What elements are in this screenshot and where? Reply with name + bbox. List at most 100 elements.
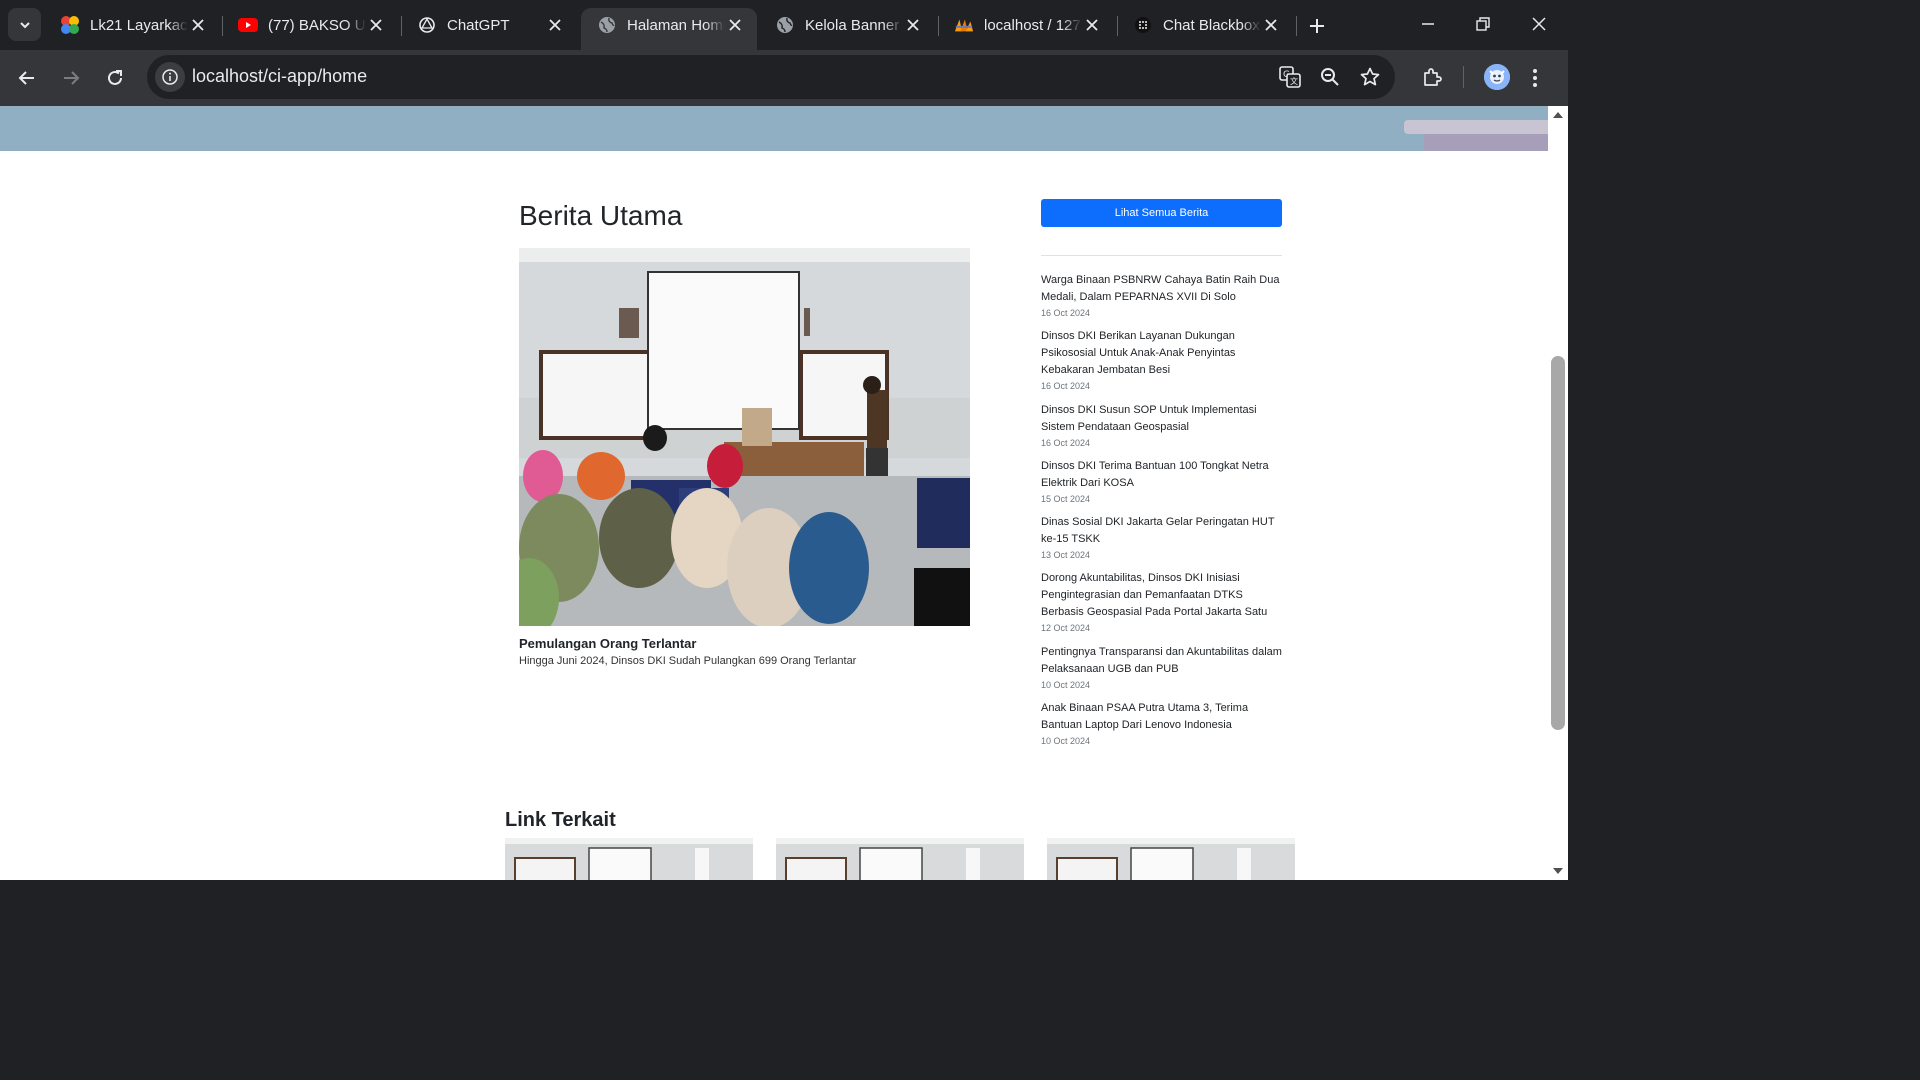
tab-search-button[interactable] bbox=[8, 8, 41, 41]
seminar-photo bbox=[519, 248, 970, 626]
tab-phpmyadmin[interactable]: localhost / 127 bbox=[938, 8, 1114, 42]
headline-caption[interactable]: Pemulangan Orang Terlantar bbox=[519, 636, 696, 651]
news-list-item[interactable]: Anak Binaan PSAA Putra Utama 3, Terima B… bbox=[1041, 700, 1282, 747]
news-date: 10 Oct 2024 bbox=[1041, 736, 1091, 746]
tab-strip: Lk21 Layarkaca (77) BAKSO UF ChatGPT Hal… bbox=[0, 0, 1568, 50]
window-bottom-edge bbox=[0, 880, 1568, 882]
zoom-button[interactable] bbox=[1318, 65, 1342, 89]
info-icon bbox=[162, 69, 178, 85]
news-list-item[interactable]: Dinsos DKI Susun SOP Untuk Implementasi … bbox=[1041, 402, 1282, 449]
banner-decoration bbox=[1404, 120, 1548, 134]
browser-menu-button[interactable] bbox=[1525, 62, 1545, 94]
tab-blackbox[interactable]: Chat Blackbox bbox=[1117, 8, 1293, 42]
news-list-item[interactable]: Dinas Sosial DKI Jakarta Gelar Peringata… bbox=[1041, 514, 1282, 561]
close-tab-icon[interactable] bbox=[903, 15, 923, 35]
translate-button[interactable]: G文 bbox=[1278, 65, 1302, 89]
plus-icon bbox=[1310, 19, 1324, 33]
close-tab-icon[interactable] bbox=[1082, 15, 1102, 35]
news-date: 12 Oct 2024 bbox=[1041, 623, 1091, 633]
news-date: 16 Oct 2024 bbox=[1041, 308, 1091, 318]
reload-button[interactable] bbox=[99, 62, 131, 94]
news-title[interactable]: Dinsos DKI Susun SOP Untuk Implementasi … bbox=[1041, 402, 1282, 436]
news-title[interactable]: Dorong Akuntabilitas, Dinsos DKI Inisias… bbox=[1041, 570, 1282, 621]
banner-decoration bbox=[1424, 134, 1548, 151]
close-window-button[interactable] bbox=[1519, 8, 1559, 40]
globe-icon bbox=[775, 15, 795, 35]
minimize-icon bbox=[1422, 23, 1434, 25]
news-list-item[interactable]: Dinsos DKI Terima Bantuan 100 Tongkat Ne… bbox=[1041, 458, 1282, 505]
tab-title: ChatGPT bbox=[447, 16, 510, 34]
news-list-item[interactable]: Dinsos DKI Berikan Layanan Dukungan Psik… bbox=[1041, 328, 1282, 392]
scroll-down-arrow-icon[interactable] bbox=[1553, 868, 1563, 874]
news-title[interactable]: Pentingnya Transparansi dan Akuntabilita… bbox=[1041, 644, 1282, 678]
news-date: 15 Oct 2024 bbox=[1041, 494, 1091, 504]
restore-button[interactable] bbox=[1463, 8, 1503, 40]
extensions-button[interactable] bbox=[1416, 62, 1448, 94]
news-date: 13 Oct 2024 bbox=[1041, 550, 1091, 560]
news-title[interactable]: Dinsos DKI Terima Bantuan 100 Tongkat Ne… bbox=[1041, 458, 1282, 492]
news-title[interactable]: Anak Binaan PSAA Putra Utama 3, Terima B… bbox=[1041, 700, 1282, 734]
reload-icon bbox=[108, 70, 122, 85]
related-links-title: Link Terkait bbox=[505, 809, 616, 831]
chevron-down-icon bbox=[19, 21, 30, 28]
site-info-button[interactable] bbox=[155, 62, 185, 92]
close-tab-icon[interactable] bbox=[545, 15, 565, 35]
arrow-left-icon bbox=[18, 71, 34, 85]
youtube-icon bbox=[238, 15, 258, 35]
kebab-menu-icon bbox=[1533, 69, 1537, 87]
page-viewport: Berita Utama Pemulangan Orang Terlantar … bbox=[0, 106, 1548, 882]
divider bbox=[1041, 255, 1282, 256]
related-link-card[interactable] bbox=[1047, 838, 1295, 882]
tab-halaman-home[interactable]: Halaman Home bbox=[581, 8, 757, 50]
tab-chatgpt[interactable]: ChatGPT bbox=[401, 8, 577, 42]
close-tab-icon[interactable] bbox=[1261, 15, 1281, 35]
bookmark-button[interactable] bbox=[1358, 65, 1382, 89]
tab-lk21[interactable]: Lk21 Layarkaca bbox=[44, 8, 220, 42]
close-tab-icon[interactable] bbox=[366, 15, 386, 35]
pinwheel-icon bbox=[60, 15, 80, 35]
phpmyadmin-icon bbox=[954, 15, 974, 35]
profile-avatar[interactable] bbox=[1484, 64, 1510, 90]
related-link-card[interactable] bbox=[776, 838, 1024, 882]
related-link-image bbox=[1047, 838, 1295, 882]
forward-button[interactable] bbox=[55, 62, 87, 94]
back-button[interactable] bbox=[11, 62, 43, 94]
zoom-out-icon bbox=[1321, 68, 1339, 86]
restore-icon bbox=[1476, 17, 1490, 31]
news-date: 16 Oct 2024 bbox=[1041, 438, 1091, 448]
related-link-image bbox=[776, 838, 1024, 882]
chatgpt-icon bbox=[417, 15, 437, 35]
scroll-up-arrow-icon[interactable] bbox=[1553, 112, 1563, 118]
headline-news-image[interactable] bbox=[519, 248, 970, 626]
close-icon bbox=[1532, 17, 1546, 31]
tab-title: (77) BAKSO UF bbox=[268, 16, 366, 34]
arrow-right-icon bbox=[64, 71, 80, 85]
new-tab-button[interactable] bbox=[1303, 12, 1331, 40]
tab-youtube[interactable]: (77) BAKSO UF bbox=[222, 8, 398, 42]
headline-subcaption: Hingga Juni 2024, Dinsos DKI Sudah Pulan… bbox=[519, 655, 857, 667]
address-bar[interactable]: localhost/ci-app/home G文 bbox=[147, 55, 1395, 99]
page-scrollbar[interactable] bbox=[1548, 106, 1568, 882]
news-list-item[interactable]: Pentingnya Transparansi dan Akuntabilita… bbox=[1041, 644, 1282, 691]
scrollbar-thumb[interactable] bbox=[1551, 356, 1565, 730]
tab-title: Kelola Banner bbox=[805, 16, 900, 34]
avatar-icon bbox=[1484, 64, 1510, 90]
news-list-item[interactable]: Dorong Akuntabilitas, Dinsos DKI Inisias… bbox=[1041, 570, 1282, 634]
view-all-news-button[interactable]: Lihat Semua Berita bbox=[1041, 199, 1282, 227]
news-title[interactable]: Warga Binaan PSBNRW Cahaya Batin Raih Du… bbox=[1041, 272, 1282, 306]
close-tab-icon[interactable] bbox=[188, 15, 208, 35]
news-title[interactable]: Dinas Sosial DKI Jakarta Gelar Peringata… bbox=[1041, 514, 1282, 548]
tab-title: Chat Blackbox bbox=[1163, 16, 1260, 34]
tab-title: localhost / 127 bbox=[984, 16, 1081, 34]
related-link-card[interactable] bbox=[505, 838, 753, 882]
tab-kelola-banner[interactable]: Kelola Banner bbox=[759, 8, 935, 42]
news-title[interactable]: Dinsos DKI Berikan Layanan Dukungan Psik… bbox=[1041, 328, 1282, 379]
minimize-button[interactable] bbox=[1408, 8, 1448, 40]
close-tab-icon[interactable] bbox=[725, 15, 745, 35]
url-text[interactable]: localhost/ci-app/home bbox=[192, 66, 367, 87]
tab-divider bbox=[1296, 16, 1297, 36]
news-list-item[interactable]: Warga Binaan PSBNRW Cahaya Batin Raih Du… bbox=[1041, 272, 1282, 319]
star-icon bbox=[1360, 67, 1380, 86]
svg-text:文: 文 bbox=[1290, 76, 1298, 86]
puzzle-icon bbox=[1424, 68, 1442, 86]
